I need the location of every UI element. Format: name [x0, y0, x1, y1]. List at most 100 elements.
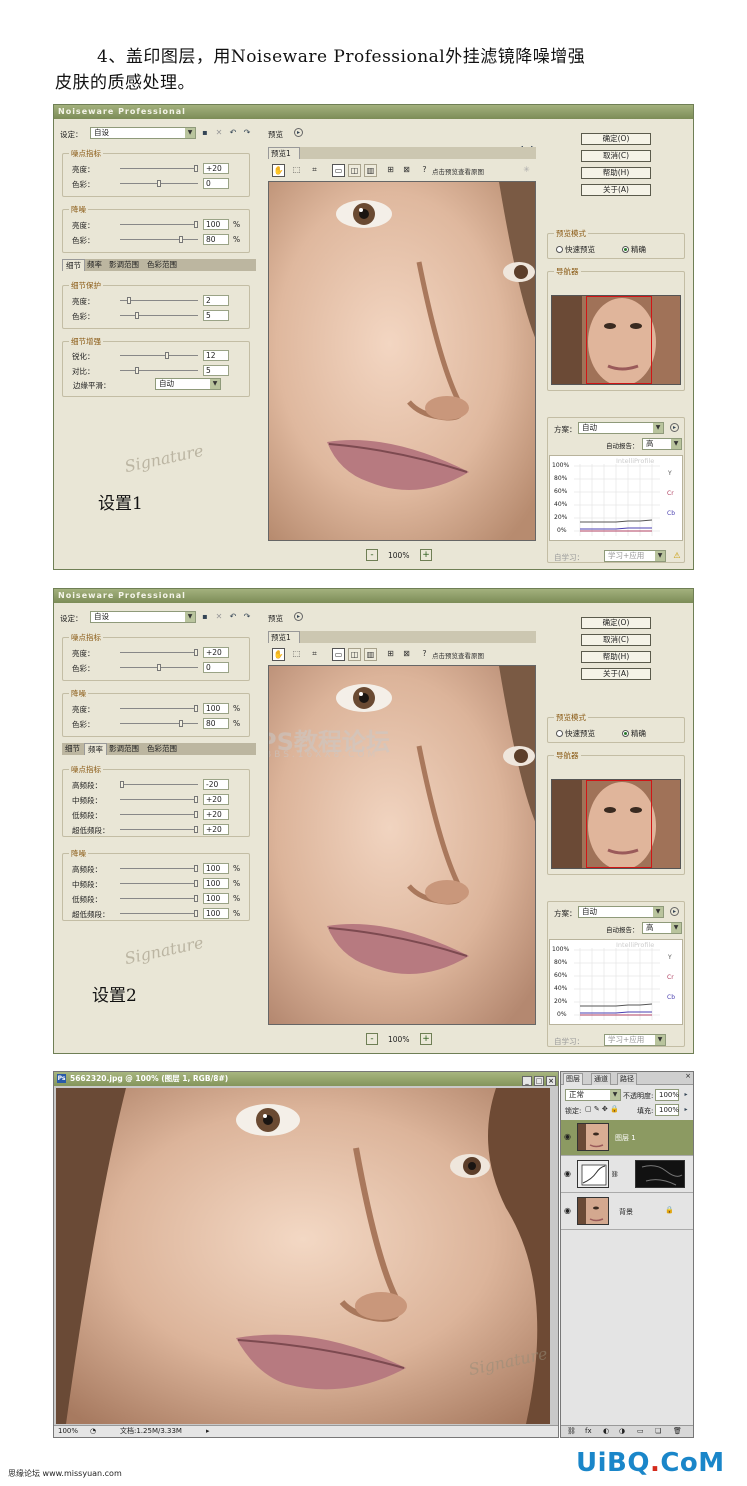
value-field[interactable]: 100 [203, 219, 229, 230]
value-field[interactable]: +20 [203, 824, 229, 835]
settings-tab[interactable]: 色彩范围 [144, 259, 180, 271]
status-arrow-icon[interactable]: ▸ [206, 1426, 210, 1437]
slider-thumb[interactable] [194, 826, 199, 833]
slider-thumb[interactable] [194, 895, 199, 902]
auto-profile-dropdown[interactable]: 高 ▼ [642, 922, 682, 934]
slider-track[interactable] [120, 649, 199, 656]
settings-tab[interactable]: 细节 [62, 259, 85, 271]
slider-thumb[interactable] [178, 236, 183, 243]
side-by-side-view-icon[interactable]: ▥ [364, 648, 377, 661]
slider-thumb[interactable] [157, 180, 161, 187]
settings-tab[interactable]: 频率 [84, 259, 105, 271]
slider-track[interactable] [120, 180, 198, 187]
preset-dropdown[interactable]: 自设 ▼ [90, 127, 196, 139]
value-field[interactable]: 80 [203, 234, 229, 245]
slider-thumb[interactable] [135, 367, 140, 374]
navigator-view-frame[interactable] [586, 780, 652, 868]
slider-thumb[interactable] [135, 312, 140, 319]
zoom-in-button[interactable]: + [420, 1033, 432, 1045]
tab-layers[interactable]: 图层 [563, 1073, 583, 1085]
navigator-thumbnail[interactable] [551, 295, 681, 385]
hand-tool-icon[interactable]: ✋ [272, 648, 285, 661]
navigator-thumbnail[interactable] [551, 779, 681, 869]
tab-channels[interactable]: 通道 [591, 1073, 611, 1085]
delete-icon[interactable]: ✕ [214, 612, 224, 622]
opacity-field[interactable]: 100% [655, 1089, 679, 1101]
preview-image[interactable] [268, 181, 536, 541]
preset-dropdown[interactable]: 自设 ▼ [90, 611, 196, 623]
ok-button[interactable]: 确定(O) [581, 133, 651, 145]
slider-track[interactable] [120, 705, 199, 712]
marquee-tool-icon[interactable]: ⬚ [290, 164, 303, 177]
edge-smooth-dropdown[interactable]: 自动 ▼ [155, 378, 221, 390]
value-field[interactable]: 100 [203, 703, 229, 714]
save-icon[interactable]: ▪ [200, 128, 210, 138]
lock-icons[interactable]: ▢ ✎ ✥ 🔒 [585, 1105, 619, 1113]
slider-thumb[interactable] [164, 352, 169, 359]
zoom-out-button[interactable]: - [366, 1033, 378, 1045]
group-folder-icon[interactable]: ▭ [637, 1426, 644, 1437]
precise-preview-radio[interactable]: 精确 [622, 728, 646, 739]
zoom-in-button[interactable]: + [420, 549, 432, 561]
undo-icon[interactable]: ↶ [228, 128, 238, 138]
close-preview-icon[interactable]: ⊠ [400, 164, 413, 177]
eye-icon[interactable]: ◉ [564, 1132, 571, 1141]
value-field[interactable]: 0 [203, 178, 229, 189]
settings-tab[interactable]: 影调范围 [106, 259, 142, 271]
slider-thumb[interactable] [194, 221, 199, 228]
about-button[interactable]: 关于(A) [581, 184, 651, 196]
maximize-icon[interactable]: □ [534, 1076, 544, 1086]
fill-arrow-icon[interactable]: ▸ [681, 1105, 691, 1115]
crop-select-tool-icon[interactable]: ⌗ [308, 648, 321, 661]
navigator-view-frame[interactable] [586, 296, 652, 384]
hand-tool-icon[interactable]: ✋ [272, 164, 285, 177]
undo-icon[interactable]: ↶ [228, 612, 238, 622]
status-nav-icon[interactable]: ◔ [90, 1426, 96, 1437]
new-preview-icon[interactable]: ⊞ [384, 164, 397, 177]
slider-track[interactable] [120, 352, 198, 359]
slider-track[interactable] [120, 880, 199, 887]
slider-thumb[interactable] [194, 649, 199, 656]
minimize-icon[interactable]: _ [522, 1076, 532, 1086]
scheme-menu-icon[interactable]: ▸ [670, 907, 679, 916]
mask-icon[interactable]: ◐ [603, 1426, 609, 1437]
opacity-arrow-icon[interactable]: ▸ [681, 1090, 691, 1100]
value-field[interactable]: 2 [203, 295, 229, 306]
settings-tab[interactable]: 色彩范围 [144, 743, 180, 755]
scheme-dropdown[interactable]: 自动 ▼ [578, 422, 664, 434]
value-field[interactable]: 0 [203, 662, 229, 673]
slider-track[interactable] [120, 910, 199, 917]
delete-icon[interactable]: ✕ [214, 128, 224, 138]
slider-track[interactable] [120, 796, 199, 803]
ok-button[interactable]: 确定(O) [581, 617, 651, 629]
new-preview-icon[interactable]: ⊞ [384, 648, 397, 661]
layer-row-1[interactable]: ◉ 图层 1 [561, 1120, 693, 1156]
self-learn-dropdown[interactable]: 学习+应用 ▼ [604, 1034, 666, 1046]
slider-track[interactable] [120, 826, 199, 833]
slider-track[interactable] [120, 811, 199, 818]
value-field[interactable]: 100 [203, 908, 229, 919]
slider-track[interactable] [120, 165, 199, 172]
split-view-icon[interactable]: ◫ [348, 648, 361, 661]
help-icon[interactable]: ? [418, 648, 431, 661]
slider-track[interactable] [119, 781, 198, 788]
zoom-out-button[interactable]: - [366, 549, 378, 561]
blend-mode-dropdown[interactable]: 正常 ▼ [565, 1089, 621, 1101]
preview-menu-arrow-icon[interactable]: ▸ [294, 128, 303, 137]
precise-preview-radio[interactable]: 精确 [622, 244, 646, 255]
value-field[interactable]: 100 [203, 863, 229, 874]
slider-thumb[interactable] [194, 811, 199, 818]
settings-tab[interactable]: 频率 [84, 743, 107, 755]
value-field[interactable]: +20 [203, 647, 229, 658]
slider-thumb[interactable] [194, 705, 199, 712]
new-layer-icon[interactable]: ❏ [655, 1426, 661, 1437]
help-button[interactable]: 帮助(H) [581, 651, 651, 663]
slider-track[interactable] [120, 895, 199, 902]
slider-track[interactable] [120, 367, 198, 374]
eye-icon[interactable]: ◉ [564, 1206, 571, 1215]
fast-preview-radio[interactable]: 快速预览 [556, 728, 595, 739]
single-view-icon[interactable]: ▭ [332, 648, 345, 661]
value-field[interactable]: +20 [203, 809, 229, 820]
slider-thumb[interactable] [194, 165, 199, 172]
tab-paths[interactable]: 路径 [617, 1073, 637, 1085]
